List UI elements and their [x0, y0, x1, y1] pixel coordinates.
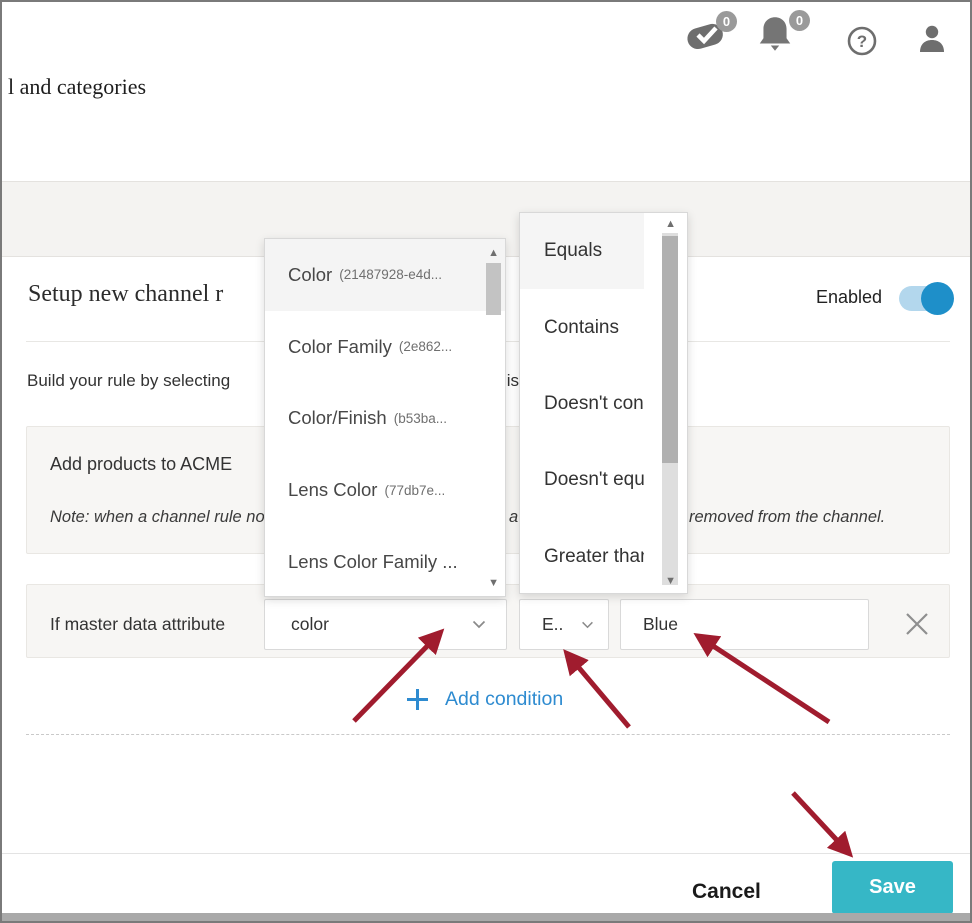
scroll-down-icon[interactable]: ▼: [488, 578, 499, 589]
option-name: Lens Color Family ...: [288, 551, 458, 573]
option-name: Lens Color: [288, 479, 377, 501]
rule-note: Note: when a channel rule no: [50, 508, 265, 527]
rule-box-title: Add products to ACME: [50, 454, 232, 475]
save-button[interactable]: Save: [832, 861, 953, 914]
dropdown-option-color[interactable]: Color (21487928-e4d...: [265, 239, 505, 311]
cancel-button[interactable]: Cancel: [686, 879, 767, 905]
option-name: Color: [288, 264, 332, 286]
dropdown-option-lens-color-family[interactable]: Lens Color Family ...: [265, 526, 505, 598]
option-id: (b53ba...: [394, 411, 447, 426]
sync-status-button[interactable]: 0: [684, 14, 728, 56]
arrow-to-save-button: [793, 793, 847, 851]
option-name: Color Family: [288, 336, 392, 358]
toggle-knob: [921, 282, 954, 315]
scroll-up-icon[interactable]: ▲: [488, 248, 499, 259]
add-condition-button[interactable]: Add condition: [406, 688, 563, 711]
scroll-up-icon[interactable]: ▲: [665, 219, 676, 230]
enabled-toggle[interactable]: [899, 286, 951, 311]
help-icon: ?: [846, 25, 878, 57]
horizontal-scrollbar[interactable]: [2, 913, 970, 921]
attribute-select-value: color: [291, 614, 329, 635]
option-id: (21487928-e4d...: [339, 267, 442, 282]
help-button[interactable]: ?: [846, 25, 878, 57]
scrollbar-thumb[interactable]: [486, 263, 501, 315]
option-name: Color/Finish: [288, 407, 387, 429]
scroll-down-icon[interactable]: ▼: [665, 576, 676, 587]
dropdown-option-contains[interactable]: Contains: [520, 289, 644, 365]
svg-text:?: ?: [857, 32, 867, 51]
condition-value-input[interactable]: [620, 599, 869, 650]
dropdown-option-equals[interactable]: Equals: [520, 213, 644, 289]
page-title: l and categories: [8, 74, 146, 100]
attribute-dropdown: Color (21487928-e4d... Color Family (2e8…: [264, 238, 506, 597]
app-window: 0 0 ? l and categories Setup new channel…: [0, 0, 972, 923]
rule-note-fragment: a: [509, 508, 518, 527]
close-icon: [904, 611, 930, 637]
option-id: (77db7e...: [384, 483, 445, 498]
condition-label: If master data attribute: [50, 614, 225, 635]
dropdown-option-color-finish[interactable]: Color/Finish (b53ba...: [265, 383, 505, 455]
panel-title: Setup new channel r: [28, 281, 223, 308]
user-icon: [916, 23, 948, 55]
notifications-count-badge: 0: [789, 10, 810, 31]
sync-count-badge: 0: [716, 11, 737, 32]
enabled-label: Enabled: [816, 287, 882, 308]
footer-divider: [2, 853, 970, 854]
rule-note-end: removed from the channel.: [689, 508, 885, 527]
dropdown-option-doesnt-equal[interactable]: Doesn't equal: [520, 442, 644, 518]
add-condition-label: Add condition: [445, 688, 563, 711]
dropdown-option-color-family[interactable]: Color Family (2e862...: [265, 311, 505, 383]
attribute-select[interactable]: color: [264, 599, 507, 650]
option-id: (2e862...: [399, 339, 452, 354]
notifications-button[interactable]: 0: [757, 13, 801, 55]
operator-select[interactable]: E..: [519, 599, 609, 650]
dropdown-option-doesnt-contain[interactable]: Doesn't contain: [520, 366, 644, 442]
dropdown-option-lens-color[interactable]: Lens Color (77db7e...: [265, 454, 505, 526]
chevron-down-icon: [472, 620, 486, 629]
scrollbar-thumb[interactable]: [662, 236, 678, 463]
bell-icon: [757, 13, 793, 55]
chevron-down-icon: [581, 621, 594, 629]
user-profile-button[interactable]: [916, 23, 948, 55]
operator-dropdown: Equals Contains Doesn't contain Doesn't …: [519, 212, 688, 594]
instruction-text: Build your rule by selecting: [27, 371, 230, 391]
dropdown-option-greater-than[interactable]: Greater than: [520, 519, 644, 595]
operator-select-value: E..: [542, 614, 563, 635]
plus-icon: [406, 688, 429, 711]
remove-condition-button[interactable]: [904, 611, 930, 637]
